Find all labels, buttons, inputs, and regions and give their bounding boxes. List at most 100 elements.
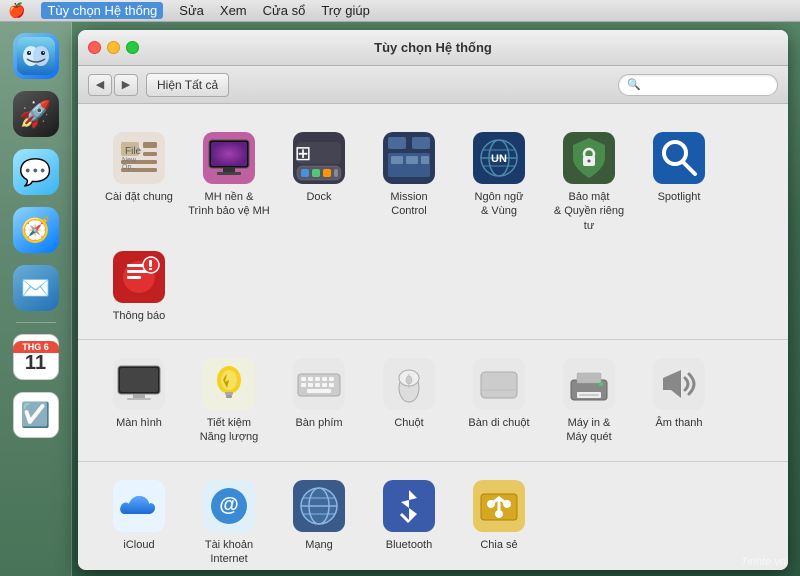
nav-buttons: ◀ ▶ [88,74,138,96]
section-hardware: Màn hình Tiết kiệmNăng lượng [78,340,788,462]
pref-item-bluetooth[interactable]: Bluetooth [364,470,454,570]
spotlight-icon [651,130,707,186]
window-titlebar: Tùy chọn Hệ thống [78,30,788,66]
desktop-icon [201,130,257,186]
general-icon: File New Op... [111,130,167,186]
dock-item-calendar[interactable]: THG 6 11 [10,331,62,383]
mission-control-label: MissionControl [390,190,427,219]
apple-menu[interactable]: 🍎 [8,2,25,19]
displays-icon [111,356,167,412]
pref-item-ban-di-chuot[interactable]: Bàn di chuột [454,348,544,453]
network-icon [291,478,347,534]
svg-text:@: @ [219,494,239,516]
window-toolbar: ◀ ▶ Hiện Tất cả 🔍 [78,66,788,104]
menu-window[interactable]: Cửa sổ [263,3,306,18]
menu-help[interactable]: Trợ giúp [321,3,370,18]
man-hinh-label: Màn hình [116,416,162,430]
dock-item-messages[interactable]: 💬 [10,146,62,198]
icloud-label: iCloud [123,538,154,552]
search-box: 🔍 [618,74,778,96]
dock: 🚀 💬 🧭 ✉️ THG 6 11 ☑️ [0,22,72,576]
pref-item-cai-dat-chung[interactable]: File New Op... Cài đặt chung [94,122,184,241]
pref-item-ngon-ngu[interactable]: UN Ngôn ngữ& Vùng [454,122,544,241]
watermark: Tinhte.vn [741,556,786,568]
dock-item-reminders[interactable]: ☑️ [10,389,62,441]
svg-text:File: File [125,146,142,157]
search-icon: 🔍 [627,78,641,91]
pref-item-spotlight[interactable]: Spotlight [634,122,724,241]
chuot-label: Chuột [394,416,423,430]
back-button[interactable]: ◀ [88,74,112,96]
icloud-icon [111,478,167,534]
svg-text:New: New [122,157,137,164]
menu-system-preferences[interactable]: Tùy chọn Hệ thống [41,2,163,19]
dock-separator [16,322,56,323]
dock-icon: ⊞ [291,130,347,186]
pref-item-mission-control[interactable]: MissionControl [364,122,454,241]
pref-item-chuot[interactable]: Chuột [364,348,454,453]
minimize-button[interactable] [107,41,120,54]
printer-icon [561,356,617,412]
prefs-content: File New Op... Cài đặt chung [78,104,788,570]
mouse-icon [381,356,437,412]
pref-item-may-in[interactable]: Máy in &Máy quét [544,348,634,453]
traffic-lights [88,41,139,54]
bluetooth-label: Bluetooth [386,538,432,552]
menu-view[interactable]: Xem [220,3,247,18]
energy-icon [201,356,257,412]
thong-bao-label: Thông báo [113,309,166,323]
dock-item-mail[interactable]: ✉️ [10,262,62,314]
pref-item-ban-phim[interactable]: Bàn phím [274,348,364,453]
cai-dat-chung-label: Cài đặt chung [105,190,173,204]
language-icon: UN [471,130,527,186]
keyboard-icon [291,356,347,412]
bluetooth-icon [381,478,437,534]
mang-label: Mạng [305,538,333,552]
ban-phim-label: Bàn phím [295,416,342,430]
mission-control-icon [381,130,437,186]
internet-accounts-icon: @ [201,478,257,534]
pref-item-chia-se[interactable]: Chia sẻ [454,470,544,570]
pref-item-mang[interactable]: Mạng [274,470,364,570]
maximize-button[interactable] [126,41,139,54]
menu-edit[interactable]: Sửa [179,3,204,18]
svg-text:UN: UN [491,153,507,165]
ban-di-chuot-label: Bàn di chuột [468,416,529,430]
sharing-icon [471,478,527,534]
dock-item-finder[interactable] [10,30,62,82]
security-icon [561,130,617,186]
pref-item-dock[interactable]: ⊞ Dock [274,122,364,241]
tai-khoan-label: Tài khoảnInternet [205,538,253,567]
notifications-icon [111,249,167,305]
forward-button[interactable]: ▶ [114,74,138,96]
pref-item-man-hinh[interactable]: Màn hình [94,348,184,453]
spotlight-label: Spotlight [658,190,701,204]
pref-item-mh-nen[interactable]: MH nền &Trình bảo vệ MH [184,122,274,241]
chia-se-label: Chia sẻ [480,538,517,552]
pref-item-bao-mat[interactable]: Bảo mật& Quyền riêng tư [544,122,634,241]
sound-icon [651,356,707,412]
pref-item-icloud[interactable]: iCloud [94,470,184,570]
ngon-ngu-label: Ngôn ngữ& Vùng [475,190,524,219]
search-input[interactable] [645,78,769,92]
dock-item-launchpad[interactable]: 🚀 [10,88,62,140]
bao-mat-label: Bảo mật& Quyền riêng tư [548,190,630,233]
pref-item-tiet-kiem[interactable]: Tiết kiệmNăng lượng [184,348,274,453]
close-button[interactable] [88,41,101,54]
section-personal: File New Op... Cài đặt chung [78,114,788,340]
finder-icon [17,37,55,75]
pref-item-am-thanh[interactable]: Âm thanh [634,348,724,453]
tiet-kiem-label: Tiết kiệmNăng lượng [200,416,259,445]
show-all-button[interactable]: Hiện Tất cả [146,73,229,97]
system-preferences-window: Tùy chọn Hệ thống ◀ ▶ Hiện Tất cả 🔍 [78,30,788,570]
may-in-label: Máy in &Máy quét [566,416,611,445]
menubar: 🍎 Tùy chọn Hệ thống Sửa Xem Cửa sổ Trợ g… [0,0,800,22]
svg-text:Op...: Op... [122,164,137,171]
mh-nen-label: MH nền &Trình bảo vệ MH [188,190,270,219]
pref-item-tai-khoan[interactable]: @ Tài khoảnInternet [184,470,274,570]
window-title: Tùy chọn Hệ thống [374,40,492,55]
pref-item-thong-bao[interactable]: Thông báo [94,241,184,331]
trackpad-icon [471,356,527,412]
am-thanh-label: Âm thanh [655,416,702,430]
dock-item-safari[interactable]: 🧭 [10,204,62,256]
